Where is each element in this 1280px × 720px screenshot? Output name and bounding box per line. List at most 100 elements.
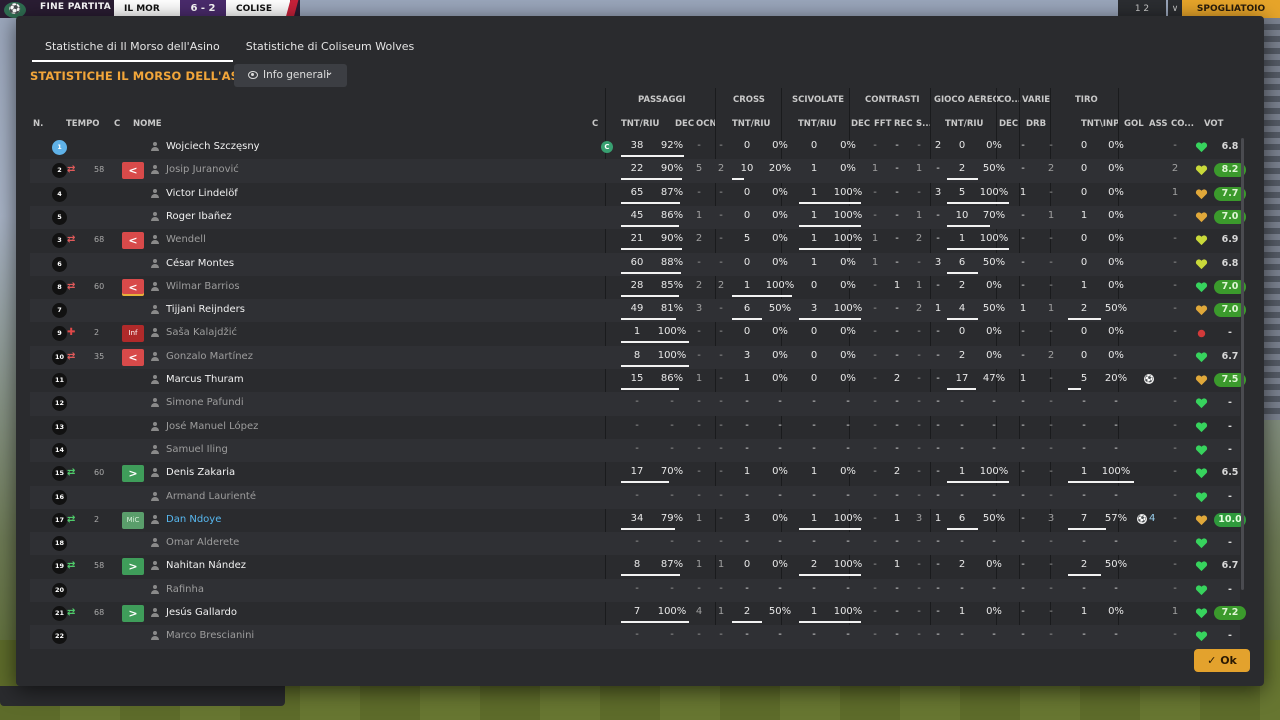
tackle-pct: 100%	[833, 209, 863, 221]
pass-bar	[621, 271, 681, 274]
table-row[interactable]: 19 ⇄ 58 > Nahitan Nández 8 87% 1 1 0 0% 2 100% -1- -2 0…	[30, 555, 1240, 578]
player-name[interactable]: Roger Ibañez	[166, 211, 232, 222]
player-name[interactable]: Wendell	[166, 234, 206, 245]
player-name[interactable]: José Manuel López	[166, 421, 258, 432]
col-fft[interactable]: FFT	[874, 119, 891, 129]
table-row[interactable]: 1 Wojciech Szczęsny C 38 92% - - 0 0% 0 0% - - - 2 0 0% -…	[30, 136, 1240, 159]
aerial-attempts: 1	[958, 606, 966, 617]
player-name[interactable]: Gonzalo Martínez	[166, 351, 253, 362]
player-name[interactable]: Denis Zakaria	[166, 467, 235, 478]
player-name[interactable]: Samuel Iling	[166, 444, 228, 455]
col-co2[interactable]: CO...	[1171, 119, 1194, 129]
table-row[interactable]: 15 ⇄ 60 > Denis Zakaria 17 70% - - 1 0% 1 0% - 2 - - 1 100…	[30, 462, 1240, 485]
col-rec[interactable]: REC	[894, 119, 913, 129]
tackle-pct: 0%	[840, 373, 856, 384]
player-name[interactable]: Jesús Gallardo	[166, 607, 237, 618]
col-aerial-tnt-riu[interactable]: TNT/RIU	[945, 119, 983, 129]
table-row[interactable]: 3 ⇄ 68 < Wendell 21 90% 2-5 0% 1 100% 1-2-1 100% - -0 0…	[30, 229, 1240, 252]
col-co-dec[interactable]: DEC	[999, 119, 1018, 129]
condition-heart-icon	[1195, 467, 1208, 480]
player-name[interactable]: Josip Juranović	[166, 164, 239, 175]
cross-attempts: 1	[743, 373, 751, 384]
aerial-pct: 50%	[982, 163, 1006, 175]
ok-button[interactable]: ✓ Ok	[1194, 649, 1250, 672]
cross-attempts: 1	[743, 466, 751, 478]
table-row[interactable]: 11 Marcus Thuram 15 86% 1 - 1 0% 0 0% - 2 - - 17 47% 1 - 5…	[30, 369, 1246, 392]
player-name[interactable]: Omar Alderete	[166, 537, 239, 548]
col-vot[interactable]: VOT	[1204, 119, 1223, 129]
table-row[interactable]: 22 Marco Brescianini - - - - - - - - - - - - - - - - - - - -	[30, 625, 1240, 649]
table-row[interactable]: 8 ⇄ 60 < Wilmar Barrios 28 85% 2 2 1 100% 0 0% - 1 1 - 2 0…	[30, 276, 1246, 299]
table-row[interactable]: 20 Rafinha - - - - - - - - - - - - - - - - - - - -	[30, 578, 1240, 602]
pass-attempts: 65	[630, 186, 644, 198]
table-row[interactable]: 14 Samuel Iling - - - - - - - - - - - - - - - - - - - -	[30, 438, 1240, 463]
player-name[interactable]: Wojciech Szczęsny	[166, 141, 260, 152]
pass-dec: 1	[695, 512, 703, 524]
tackle-attempts: 0	[810, 326, 818, 338]
col-tackle-tnt-riu[interactable]: TNT/RIU	[798, 119, 836, 129]
table-row[interactable]: 7 Tijjani Reijnders 49 81% 3-6 50% 3 100% - -2 1 4 5…	[30, 299, 1246, 323]
col-c[interactable]: C	[114, 119, 120, 129]
player-name[interactable]: Rafinha	[166, 584, 204, 595]
col-gol[interactable]: GOL	[1124, 119, 1144, 129]
sub-minute: 60	[94, 281, 105, 291]
pass-bar	[621, 248, 682, 251]
player-name[interactable]: Nahitan Nández	[166, 560, 246, 571]
aerial-bar	[947, 388, 976, 390]
table-row[interactable]: 17 ⇄ 2 MiC Dan Ndoye 34 79% 1-3 0% 1 100% -1 3 1 6 50% -…	[30, 509, 1246, 532]
col-time[interactable]: TEMPO	[66, 119, 100, 129]
group-passaggi: PASSAGGI	[638, 95, 686, 105]
table-row[interactable]: 4 Victor Lindelöf 65 87% - -0 0% 1 100% - - -3 5 100%…	[30, 183, 1246, 206]
pass-pct: -	[670, 442, 674, 454]
shot-attempts: 1	[1080, 606, 1088, 617]
pass-attempts: -	[635, 442, 639, 454]
tab-home-stats[interactable]: Statistiche di Il Morso dell'Asino	[32, 36, 233, 62]
col-shot-tnt-inp[interactable]: TNT\INP	[1081, 119, 1119, 129]
player-name[interactable]: Wilmar Barrios	[166, 281, 240, 292]
tackle-pct: 0%	[840, 163, 856, 175]
table-scrollbar[interactable]	[1241, 138, 1244, 590]
table-row[interactable]: 16 Armand Laurienté - - - - - - - - - - - - - - - - - - - -	[30, 485, 1240, 509]
col-captain[interactable]: C	[592, 119, 598, 129]
dribbles: -	[1049, 140, 1053, 151]
aerial-attempts: -	[960, 489, 964, 501]
person-icon	[151, 375, 159, 385]
table-row[interactable]: 18 Omar Alderete - - - - - - - - - - - - - - - - - - - -	[30, 532, 1240, 556]
col-pass-tnt-riu[interactable]: TNT/RIU	[621, 119, 659, 129]
table-row[interactable]: 2 ⇄ 58 < Josip Juranović 22 90% 5 2 10 20% 1 0% 1-1-2…	[30, 159, 1246, 183]
col-name[interactable]: NOME	[133, 119, 162, 129]
table-row[interactable]: 12 Simone Pafundi - - - - - - - - - - - - - - - - - - - -	[30, 392, 1240, 416]
aerial-pct: -	[992, 489, 996, 501]
col-duel-dec[interactable]: DEC	[851, 119, 870, 129]
col-drb[interactable]: DRB	[1026, 119, 1046, 129]
player-name[interactable]: Simone Pafundi	[166, 397, 244, 408]
player-name[interactable]: Armand Laurienté	[166, 491, 256, 502]
table-row[interactable]: 10 ⇄ 35 < Gonzalo Martínez 8 100% - -3 0% 0 0% - - - -2…	[30, 345, 1240, 369]
player-name[interactable]: Dan Ndoye	[166, 514, 221, 525]
aerial-attempts: 2	[958, 163, 966, 175]
player-name[interactable]: Tijjani Reijnders	[166, 304, 245, 315]
player-name[interactable]: César Montes	[166, 258, 234, 269]
assists: -	[1173, 629, 1177, 641]
col-cross-tnt-riu[interactable]: TNT/RIU	[732, 119, 770, 129]
view-dropdown[interactable]: Info generali ⌄	[234, 64, 347, 87]
table-row[interactable]: 21 ⇄ 68 > Jesús Gallardo 7 100% 4 1 2 50% 1 100% - - - -…	[30, 602, 1246, 625]
player-name[interactable]: Victor Lindelöf	[166, 188, 238, 199]
col-pass-ocn[interactable]: OCN	[696, 119, 717, 129]
table-row[interactable]: 9 ✚ 2 Inf Saša Kalajdžić 1 100% - -0 0% 0 0% - - - -0 0%…	[30, 322, 1240, 345]
shirt-number: 16	[52, 489, 67, 505]
col-pass-dec[interactable]: DEC	[675, 119, 694, 129]
duel-s: -	[936, 279, 940, 291]
duel-fft: -	[895, 163, 899, 175]
tab-away-stats[interactable]: Statistiche di Coliseum Wolves	[233, 36, 428, 62]
col-ass[interactable]: ASS	[1149, 119, 1167, 129]
table-row[interactable]: 13 José Manuel López - - - - - - - - - - - - - - - - - - - -	[30, 416, 1240, 439]
col-number[interactable]: N.	[33, 119, 43, 129]
table-row[interactable]: 6 César Montes 60 88% - - 0 0% 1 0% 1 - - 3 6 50% - - 0 0% -…	[30, 252, 1240, 276]
player-name[interactable]: Marco Brescianini	[166, 630, 254, 641]
duel-dec: -	[873, 512, 877, 524]
player-name[interactable]: Saša Kalajdžić	[166, 327, 237, 338]
table-row[interactable]: 5 Roger Ibañez 45 86% 1-0 0% 1 100% - -1-10 70% -1 1…	[30, 205, 1246, 230]
tackle-pct: -	[846, 629, 850, 641]
player-name[interactable]: Marcus Thuram	[166, 374, 244, 385]
